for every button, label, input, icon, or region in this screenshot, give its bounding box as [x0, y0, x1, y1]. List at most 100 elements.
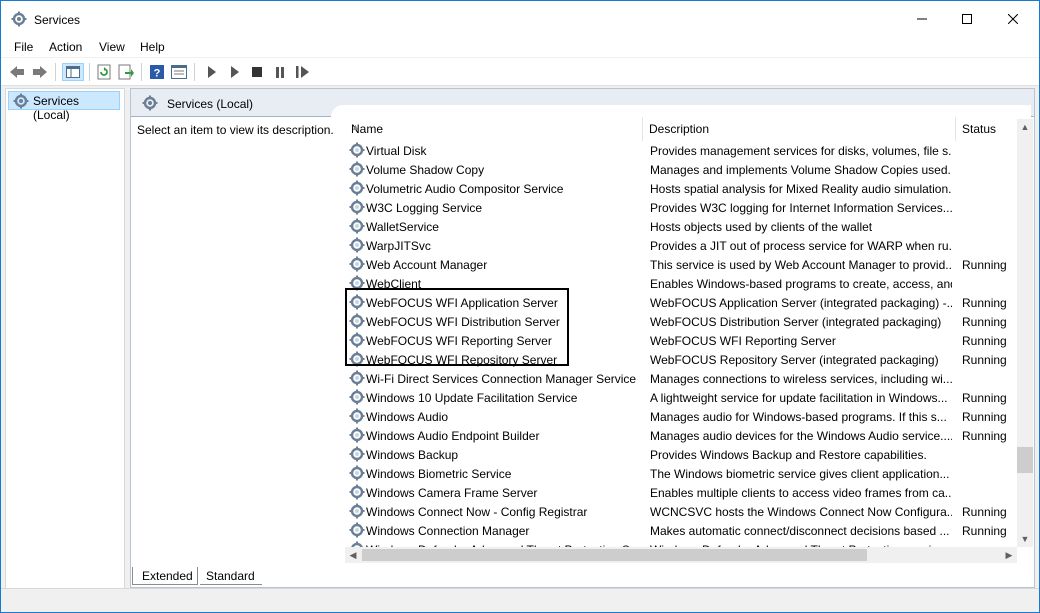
tab-extended[interactable]: Extended	[132, 567, 198, 585]
services-gear-icon	[13, 93, 29, 112]
service-status: Running	[962, 505, 1007, 519]
service-name: Windows Connection Manager	[366, 524, 530, 538]
service-gear-icon	[349, 161, 365, 177]
tab-standard[interactable]: Standard	[200, 567, 262, 585]
service-name: Windows Audio Endpoint Builder	[366, 429, 540, 443]
table-row[interactable]: Windows Biometric Service The Windows bio…	[345, 464, 1017, 483]
service-gear-icon	[349, 180, 365, 196]
table-row[interactable]: Windows Backup Provides Windows Backup an…	[345, 445, 1017, 464]
menu-help[interactable]: Help	[140, 40, 165, 54]
vertical-scrollbar[interactable]: ▲ ▼	[1017, 119, 1033, 547]
table-row[interactable]: Windows Audio Endpoint Builder Manages au…	[345, 426, 1017, 445]
service-description: Manages audio for Windows-based programs…	[650, 410, 947, 424]
scroll-left-arrow-icon[interactable]: ◀	[345, 547, 361, 563]
service-gear-icon	[349, 522, 365, 538]
back-arrow-icon[interactable]	[8, 63, 26, 81]
service-description: Hosts objects used by clients of the wal…	[650, 220, 873, 234]
show-hide-console-tree-icon[interactable]	[62, 63, 84, 81]
service-status: Running	[962, 315, 1007, 329]
scroll-right-arrow-icon[interactable]: ▶	[1001, 547, 1017, 563]
service-gear-icon	[349, 408, 365, 424]
column-header-description[interactable]: Description	[643, 117, 956, 141]
minimize-button[interactable]	[899, 1, 945, 37]
table-row[interactable]: Volume Shadow Copy Manages and implements…	[345, 160, 1017, 179]
toolbar-separator	[194, 63, 195, 81]
table-row[interactable]: Windows Audio Manages audio for Windows-b…	[345, 407, 1017, 426]
service-name: Virtual Disk	[366, 144, 427, 158]
sort-ascending-icon: ▲	[351, 122, 360, 132]
pane-header-curve	[331, 105, 1031, 117]
table-row[interactable]: WarpJITSvc Provides a JIT out of process …	[345, 236, 1017, 255]
description-hint: Select an item to view its description.	[137, 123, 334, 137]
column-header-name[interactable]: Name ▲	[345, 117, 643, 141]
table-row[interactable]: Virtual Disk Provides management services…	[345, 141, 1017, 160]
table-row[interactable]: Wi-Fi Direct Services Connection Manager…	[345, 369, 1017, 388]
start-service-icon[interactable]	[203, 63, 221, 81]
column-header-status-label: Status	[962, 122, 997, 136]
maximize-button[interactable]	[944, 1, 990, 37]
service-description: Enables Windows-based programs to create…	[650, 277, 952, 291]
table-row[interactable]: Web Account Manager This service is used …	[345, 255, 1017, 274]
service-gear-icon	[349, 389, 365, 405]
service-gear-icon	[349, 256, 365, 272]
toolbar-separator	[89, 63, 90, 81]
service-gear-icon	[349, 237, 365, 253]
tree-item-services-local[interactable]: Services (Local)	[8, 91, 120, 122]
title-bar: Services	[1, 1, 1039, 37]
service-description: A lightweight service for update facilit…	[650, 391, 948, 405]
service-name: Wi-Fi Direct Services Connection Manager…	[366, 372, 637, 386]
service-name: Volume Shadow Copy	[366, 163, 485, 177]
restart-service-icon[interactable]	[294, 63, 312, 81]
horizontal-scroll-thumb[interactable]	[362, 549, 867, 561]
column-header-description-label: Description	[649, 122, 710, 136]
service-description: WCNCSVC hosts the Windows Connect Now Co…	[650, 505, 952, 519]
help-icon[interactable]: ?	[148, 63, 166, 81]
services-gear-icon	[11, 11, 27, 27]
service-status: Running	[962, 391, 1007, 405]
service-description: WebFOCUS WFI Reporting Server	[650, 334, 836, 348]
menu-view[interactable]: View	[99, 40, 125, 54]
export-list-icon[interactable]	[117, 63, 135, 81]
column-header-status[interactable]: Status	[956, 117, 1018, 141]
service-description: Manages audio devices for the Windows Au…	[650, 429, 952, 443]
menu-action[interactable]: Action	[49, 40, 82, 54]
table-row[interactable]: WalletService Hosts objects used by clien…	[345, 217, 1017, 236]
table-row[interactable]: Windows Connect Now - Config Registrar WC…	[345, 502, 1017, 521]
service-description: The Windows biometric service gives clie…	[650, 467, 950, 481]
close-button[interactable]	[990, 1, 1036, 37]
svg-text:?: ?	[154, 68, 161, 80]
table-row[interactable]: Windows 10 Update Facilitation Service A …	[345, 388, 1017, 407]
service-description: Makes automatic connect/disconnect decis…	[650, 524, 950, 538]
table-row[interactable]: Windows Connection Manager Makes automati…	[345, 521, 1017, 540]
table-row[interactable]: Windows Camera Frame Server Enables multi…	[345, 483, 1017, 502]
service-description: WebFOCUS Application Server (integrated …	[650, 296, 952, 310]
scroll-down-arrow-icon[interactable]: ▼	[1017, 531, 1033, 547]
toolbar-separator	[141, 63, 142, 81]
service-description: This service is used by Web Account Mana…	[650, 258, 952, 272]
tab-standard-label: Standard	[206, 569, 255, 583]
table-row[interactable]: W3C Logging Service Provides W3C logging …	[345, 198, 1017, 217]
service-description: WebFOCUS Distribution Server (integrated…	[650, 315, 942, 329]
toolbar-separator	[55, 63, 56, 81]
service-gear-icon	[349, 142, 365, 158]
scroll-up-arrow-icon[interactable]: ▲	[1017, 119, 1033, 135]
console-tree: Services (Local)	[5, 88, 125, 608]
forward-arrow-icon[interactable]	[31, 63, 49, 81]
service-gear-icon	[349, 218, 365, 234]
start-service-alt-icon[interactable]	[226, 63, 244, 81]
tree-item-label: Services (Local)	[33, 94, 80, 122]
properties-icon[interactable]	[170, 63, 188, 81]
service-gear-icon	[349, 370, 365, 386]
pause-service-icon[interactable]	[271, 63, 289, 81]
menu-file[interactable]: File	[14, 40, 33, 54]
horizontal-scrollbar[interactable]: ◀ ▶	[345, 547, 1017, 563]
refresh-icon[interactable]	[95, 63, 113, 81]
service-gear-icon	[349, 465, 365, 481]
service-status: Running	[962, 334, 1007, 348]
table-row[interactable]: Volumetric Audio Compositor Service Hosts…	[345, 179, 1017, 198]
services-list: Name ▲ Description Status Virtual Disk Pr…	[345, 117, 1033, 587]
service-gear-icon	[349, 484, 365, 500]
status-bar	[1, 588, 1039, 612]
stop-service-icon[interactable]	[248, 63, 266, 81]
vertical-scroll-thumb[interactable]	[1017, 447, 1033, 473]
